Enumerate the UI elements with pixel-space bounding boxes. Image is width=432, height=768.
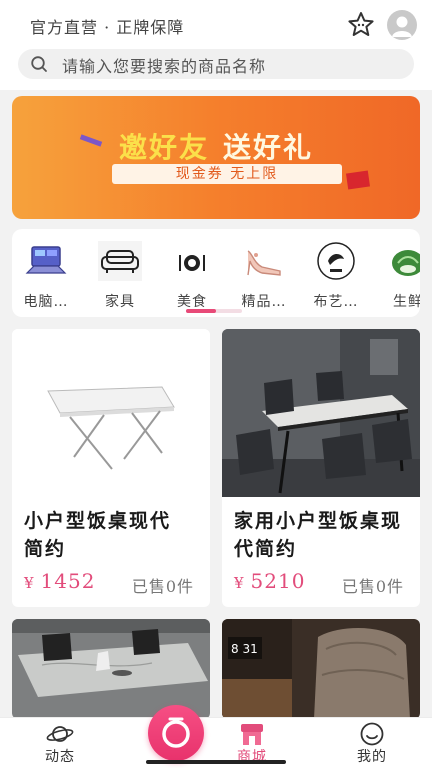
product-card[interactable] (12, 619, 210, 719)
banner-title: 邀好友 送好礼 (12, 126, 420, 166)
product-title: 家用小户型饭桌现代简约 (234, 510, 403, 560)
category-label: 电脑… (23, 294, 69, 310)
recliner-chair-image: 8 31 (222, 619, 420, 719)
vegetable-icon (386, 241, 420, 281)
folding-table-image (12, 329, 210, 497)
nav-label: 动态 (45, 749, 75, 765)
planet-icon (46, 722, 74, 746)
banner-title-part1: 邀好友 (118, 131, 209, 164)
banner-title-part2: 送好礼 (223, 131, 314, 164)
sold-count: 已售0件 (341, 577, 404, 596)
category-label: 布艺… (313, 294, 359, 310)
product-card[interactable]: 家用小户型饭桌现代简约 ¥5210 已售0件 (222, 329, 420, 607)
fabric-logo-icon (314, 241, 358, 281)
promo-banner[interactable]: 邀好友 送好礼 现金券 无上限 (12, 96, 420, 219)
dining-set-image (222, 329, 420, 497)
scroll-indicator (186, 309, 216, 313)
category-computers[interactable]: 电脑… (18, 237, 74, 311)
sold-count: 已售0件 (131, 577, 194, 596)
high-heel-icon (242, 241, 286, 281)
nav-item-feed[interactable]: 动态 (20, 718, 100, 768)
product-card[interactable]: 8 31 (222, 619, 420, 719)
currency-symbol: ¥ (24, 574, 35, 592)
red-envelope-decoration (345, 170, 371, 190)
search-bar[interactable]: 请输入您要搜索的商品名称 (18, 49, 414, 79)
category-fresh[interactable]: 生鲜 (380, 237, 420, 311)
tagline: 官方直营 · 正牌保障 (30, 18, 185, 37)
category-label: 精品… (241, 294, 287, 310)
category-furniture[interactable]: 家具 (92, 237, 148, 311)
price-value: 5210 (250, 569, 306, 593)
category-fabric[interactable]: 布艺… (308, 237, 364, 311)
home-indicator (146, 760, 286, 764)
shop-icon (238, 722, 266, 746)
nav-item-profile[interactable]: 我的 (332, 718, 412, 768)
header: 官方直营 · 正牌保障 请输入您要搜索的商品名称 (0, 0, 432, 90)
category-boutique[interactable]: 精品… (236, 237, 292, 311)
category-food[interactable]: 美食 (164, 237, 220, 311)
category-label: 美食 (177, 294, 207, 310)
favorites-star-icon[interactable] (346, 10, 376, 40)
search-icon (30, 55, 48, 73)
nav-label: 我的 (357, 749, 387, 765)
dining-icon (170, 241, 214, 281)
camera-action-button[interactable] (148, 705, 204, 761)
price-value: 1452 (40, 569, 96, 593)
sofa-icon (98, 241, 142, 281)
category-label: 生鲜 (393, 294, 420, 310)
smiley-icon (358, 722, 386, 746)
product-card[interactable]: 小户型饭桌现代简约 ¥1452 已售0件 (12, 329, 210, 607)
product-price: ¥1452 (24, 569, 95, 593)
product-title: 小户型饭桌现代简约 (24, 510, 172, 560)
clock-display-text: 8 31 (231, 642, 258, 656)
search-placeholder: 请输入您要搜索的商品名称 (62, 57, 267, 76)
currency-symbol: ¥ (234, 574, 245, 592)
user-avatar-icon[interactable] (387, 10, 417, 40)
product-price: ¥5210 (234, 569, 305, 593)
marble-dining-table-image (12, 619, 210, 719)
banner-subtitle: 现金券 无上限 (175, 166, 279, 182)
category-strip: 电脑… 家具 美食 精品… 布艺… 生鲜 (12, 229, 420, 317)
category-label: 家具 (105, 294, 135, 310)
laptop-icon (24, 241, 68, 281)
